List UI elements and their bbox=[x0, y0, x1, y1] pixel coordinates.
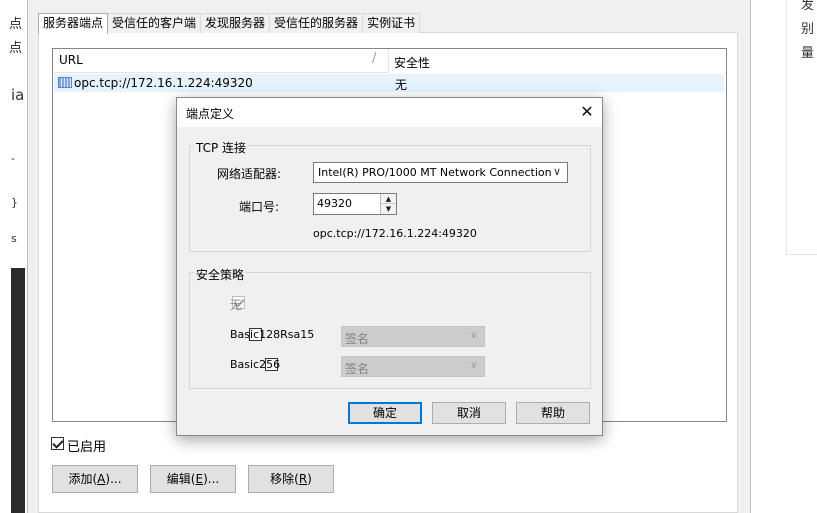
background-text: 发 bbox=[801, 0, 815, 13]
background-text: 点 bbox=[9, 17, 23, 32]
enabled-checkbox[interactable] bbox=[51, 437, 64, 450]
edit-button-suffix: )... bbox=[203, 472, 220, 486]
chevron-down-icon[interactable]: ∨ bbox=[553, 165, 565, 178]
port-label: 端口号: bbox=[239, 200, 280, 214]
add-button-suffix: )... bbox=[105, 472, 122, 486]
chevron-down-icon: ∨ bbox=[470, 360, 478, 371]
security-group-label: 安全策略 bbox=[194, 266, 247, 283]
adapter-label: 网络适配器: bbox=[217, 167, 282, 181]
background-text: 量 bbox=[801, 46, 815, 61]
row-security[interactable]: 无 bbox=[395, 76, 407, 93]
background-text: s bbox=[11, 232, 17, 245]
chevron-down-icon: ∨ bbox=[470, 330, 478, 341]
remove-button-label: 移除( bbox=[270, 472, 299, 486]
tab-instance-certificate[interactable]: 实例证书 bbox=[362, 13, 421, 33]
tab-server-endpoints[interactable]: 服务器端点 bbox=[38, 13, 109, 34]
add-button[interactable]: 添加(A)... bbox=[52, 465, 138, 493]
background-text: } bbox=[11, 196, 18, 209]
port-value[interactable]: 49320 bbox=[317, 197, 352, 210]
adapter-value[interactable]: Intel(R) PRO/1000 MT Network Connection bbox=[318, 166, 552, 179]
column-divider[interactable]: / bbox=[372, 51, 376, 66]
dialog-title: 端点定义 bbox=[186, 107, 235, 121]
cancel-button[interactable]: 取消 bbox=[432, 402, 506, 424]
tab-trusted-servers[interactable]: 受信任的服务器 bbox=[269, 13, 364, 33]
row-url[interactable]: opc.tcp://172.16.1.224:49320 bbox=[74, 76, 253, 90]
basic256-mode-value: 签名 bbox=[345, 362, 370, 376]
basic256-label[interactable]: Basic256 bbox=[230, 358, 280, 371]
ok-button[interactable]: 确定 bbox=[348, 402, 422, 424]
close-icon[interactable]: ✕ bbox=[578, 102, 596, 121]
background-text: ia bbox=[11, 86, 25, 104]
basic128rsa15-mode-value: 签名 bbox=[345, 332, 370, 346]
column-header-security-cell[interactable] bbox=[388, 49, 724, 73]
add-button-label: 添加( bbox=[68, 472, 98, 486]
background-text: 别 bbox=[801, 22, 815, 37]
background-panel bbox=[11, 268, 25, 513]
none-policy-label: 无 bbox=[230, 298, 243, 312]
edit-accelerator: E bbox=[195, 472, 204, 486]
endpoint-url: opc.tcp://172.16.1.224:49320 bbox=[313, 227, 477, 240]
tcp-group-label: TCP 连接 bbox=[194, 139, 249, 156]
edit-button-label: 编辑( bbox=[166, 472, 196, 486]
column-header-security[interactable]: 安全性 bbox=[394, 54, 430, 71]
remove-button[interactable]: 移除(R) bbox=[248, 465, 334, 493]
port-spinner[interactable]: ▲ ▼ bbox=[380, 194, 396, 214]
tab-trusted-clients[interactable]: 受信任的客户端 bbox=[107, 13, 202, 33]
remove-accelerator: R bbox=[298, 472, 308, 486]
background-text: - bbox=[11, 152, 15, 165]
tab-discovery-servers[interactable]: 发现服务器 bbox=[200, 13, 271, 33]
enabled-label[interactable]: 已启用 bbox=[67, 436, 106, 455]
dialog-titlebar[interactable] bbox=[177, 98, 602, 127]
remove-button-suffix: ) bbox=[307, 472, 312, 486]
edit-button[interactable]: 编辑(E)... bbox=[150, 465, 236, 493]
spin-up-icon[interactable]: ▲ bbox=[381, 194, 396, 204]
tab-strip: 服务器端点 受信任的客户端 发现服务器 受信任的服务器 实例证书 bbox=[38, 13, 421, 34]
help-button[interactable]: 帮助 bbox=[516, 402, 590, 424]
endpoint-icon bbox=[58, 77, 72, 88]
background-text: 点 bbox=[9, 41, 23, 56]
basic128rsa15-label[interactable]: Basic128Rsa15 bbox=[230, 328, 314, 341]
spin-down-icon[interactable]: ▼ bbox=[381, 204, 396, 214]
column-header-url[interactable]: URL bbox=[59, 53, 83, 67]
